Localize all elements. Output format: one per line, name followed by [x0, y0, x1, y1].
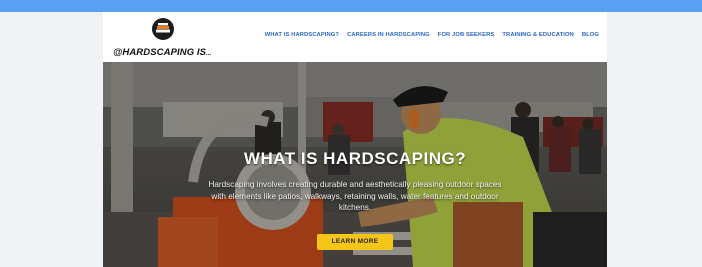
- nav-what-is-hardscaping[interactable]: WHAT IS HARDSCAPING?: [265, 32, 339, 38]
- nav-training-education[interactable]: TRAINING & EDUCATION: [502, 32, 573, 38]
- site-logo[interactable]: @HARDSCAPING IS...: [113, 14, 213, 60]
- nav-blog[interactable]: BLOG: [582, 32, 599, 38]
- browser-top-strip: [0, 0, 702, 12]
- hero-title: WHAT IS HARDSCAPING?: [243, 149, 467, 168]
- learn-more-button[interactable]: LEARN MORE: [317, 234, 393, 250]
- logo-text: @HARDSCAPING IS...: [113, 47, 211, 58]
- nav-for-job-seekers[interactable]: FOR JOB SEEKERS: [438, 32, 495, 38]
- site-header: @HARDSCAPING IS... WHAT IS HARDSCAPING? …: [103, 12, 607, 62]
- main-nav: WHAT IS HARDSCAPING? CAREERS IN HARDSCAP…: [265, 32, 599, 38]
- hero-section: WHAT IS HARDSCAPING? Hardscaping involve…: [103, 62, 607, 267]
- website-frame: @HARDSCAPING IS... WHAT IS HARDSCAPING? …: [103, 12, 607, 267]
- hero-description: Hardscaping involves creating durable an…: [208, 180, 502, 212]
- logo-wordmark: @HARDSCAPING IS: [113, 47, 207, 58]
- logo-ellipsis: ...: [206, 51, 212, 57]
- paver-stack-logo-icon: [152, 18, 174, 40]
- nav-careers-in-hardscaping[interactable]: CAREERS IN HARDSCAPING: [347, 32, 430, 38]
